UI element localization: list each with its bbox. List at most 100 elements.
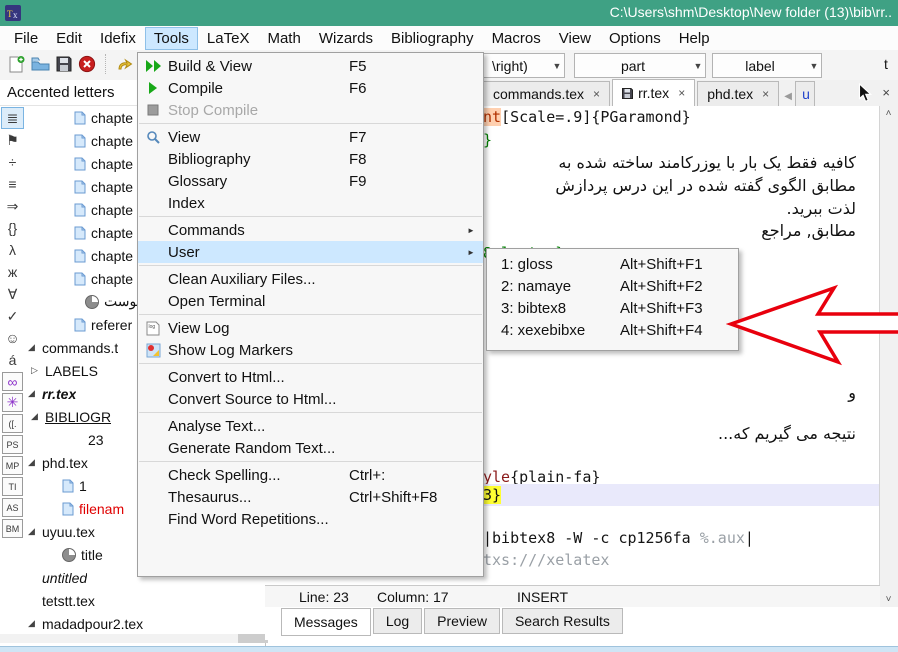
expanded-icon[interactable]: ◢ (28, 618, 42, 629)
menu-item-check-spelling[interactable]: Check Spelling...Ctrl+: (138, 464, 483, 486)
menu-item-analyse-text[interactable]: Analyse Text... (138, 415, 483, 437)
tree-item-label: chapte (91, 133, 133, 149)
menubar-item-options[interactable]: Options (601, 28, 669, 49)
greek-letters-icon[interactable]: λ (2, 240, 23, 260)
menubar-item-help[interactable]: Help (671, 28, 718, 49)
panel-tab-log[interactable]: Log (373, 608, 422, 634)
menu-item-open-terminal[interactable]: Open Terminal (138, 290, 483, 312)
math-combo[interactable]: \right) ▼ (483, 53, 565, 78)
brackets-icon[interactable]: ([. (2, 414, 23, 433)
menu-item-glossary[interactable]: GlossaryF9 (138, 170, 483, 192)
menu-item-index[interactable]: Index (138, 192, 483, 214)
menubar-item-latex[interactable]: LaTeX (199, 28, 258, 49)
menu-item-thesaurus[interactable]: Thesaurus...Ctrl+Shift+F8 (138, 486, 483, 508)
menu-item-clean-auxiliary-files[interactable]: Clean Auxiliary Files... (138, 268, 483, 290)
new-file-icon[interactable] (8, 55, 25, 73)
editor-tab-partial[interactable]: u (795, 81, 815, 106)
tab-scroll-left-icon[interactable]: ◀ (781, 86, 795, 106)
structure-icon[interactable]: ≣ (2, 108, 23, 128)
tab-close-icon[interactable]: × (593, 87, 600, 101)
menubar-item-wizards[interactable]: Wizards (311, 28, 381, 49)
metapost-icon[interactable]: MP (2, 456, 23, 475)
section-combo[interactable]: part ▼ (574, 53, 706, 78)
asymptote-icon[interactable]: AS (2, 498, 23, 517)
menubar-item-edit[interactable]: Edit (48, 28, 90, 49)
menu-item-show-log-markers[interactable]: Show Log Markers (138, 339, 483, 361)
expanded-icon[interactable]: ◢ (28, 457, 42, 468)
tab-close-icon[interactable]: × (762, 87, 769, 101)
scroll-up-icon[interactable]: ˄ (880, 106, 897, 122)
pstricks-icon[interactable]: PS (2, 435, 23, 454)
menu-item-find-word-repetitions[interactable]: Find Word Repetitions... (138, 508, 483, 530)
tree-item-tetstt-tex[interactable]: tetstt.tex (28, 589, 264, 612)
ref-combo[interactable]: label ▼ (712, 53, 822, 78)
close-panel-icon[interactable]: × (882, 85, 890, 100)
logic-symbols-icon[interactable]: ∀ (2, 284, 23, 304)
editor-tab-rr-tex[interactable]: rr.tex× (612, 79, 695, 106)
misc-text-symbols-icon[interactable]: ☺ (2, 328, 23, 348)
tab-close-icon[interactable]: × (678, 86, 685, 100)
menu-item-convert-source-to-html[interactable]: Convert Source to Html... (138, 388, 483, 410)
infinity-symbols-icon[interactable]: ∞ (2, 372, 23, 391)
menu-item-shortcut: Ctrl+Shift+F8 (349, 489, 467, 506)
expanded-icon[interactable]: ◢ (28, 388, 42, 399)
menu-item-label: Compile (168, 80, 349, 97)
tree-item-label: madadpour2.tex (42, 616, 143, 632)
menubar-item-idefix[interactable]: Idefix (92, 28, 144, 49)
tab-label: phd.tex (707, 86, 753, 102)
relations-icon[interactable]: ≡ (2, 174, 23, 194)
submenu-item-2-namaye[interactable]: 2: namayeAlt+Shift+F2 (487, 275, 738, 297)
arrows-icon[interactable]: ⇒ (2, 196, 23, 216)
save-file-icon[interactable] (56, 56, 72, 72)
menu-item-compile[interactable]: CompileF6 (138, 77, 483, 99)
menubar-item-bibliography[interactable]: Bibliography (383, 28, 482, 49)
submenu-item-4-xexebibxe[interactable]: 4: xexebibxeAlt+Shift+F4 (487, 319, 738, 341)
editor-tab-phd-tex[interactable]: phd.tex × (697, 81, 779, 106)
panel-tab-search-results[interactable]: Search Results (502, 608, 623, 634)
menu-item-commands[interactable]: Commands► (138, 219, 483, 241)
beamer-icon[interactable]: BM (2, 519, 23, 538)
menu-item-user[interactable]: User► (138, 241, 483, 263)
menu-item-convert-to-html[interactable]: Convert to Html... (138, 366, 483, 388)
menubar-item-view[interactable]: View (551, 28, 599, 49)
special-symbols-icon[interactable]: ✳ (2, 393, 23, 412)
bv-icon (138, 59, 168, 73)
expanded-icon[interactable]: ◢ (28, 526, 42, 537)
math-operators-icon[interactable]: ÷ (2, 152, 23, 172)
chevron-down-icon: ▼ (691, 61, 705, 71)
menubar-item-math[interactable]: Math (259, 28, 308, 49)
submenu-item-1-gloss[interactable]: 1: glossAlt+Shift+F1 (487, 253, 738, 275)
menu-item-generate-random-text[interactable]: Generate Random Text... (138, 437, 483, 459)
bookmarks-icon[interactable]: ⚑ (2, 130, 23, 150)
accented-letters-icon[interactable]: á (2, 350, 23, 370)
menubar-item-file[interactable]: File (6, 28, 46, 49)
log-icon: log (138, 321, 168, 336)
scrollbar-thumb[interactable] (238, 634, 268, 643)
expanded-icon[interactable]: ◢ (31, 411, 45, 422)
tree-item-madadpour2-tex[interactable]: ◢madadpour2.tex (28, 612, 264, 633)
editor-line: nt[Scale=.9]{PGaramond} (483, 108, 880, 130)
menubar-item-tools[interactable]: Tools (146, 28, 197, 49)
menu-item-build-view[interactable]: Build & ViewF5 (138, 55, 483, 77)
panel-tab-messages[interactable]: Messages (281, 608, 371, 636)
editor-line: } (483, 131, 880, 153)
menubar-item-macros[interactable]: Macros (484, 28, 549, 49)
panel-tab-preview[interactable]: Preview (424, 608, 500, 634)
close-file-icon[interactable] (78, 55, 96, 73)
editor-tab-commands-tex[interactable]: commands.tex× (483, 81, 610, 106)
open-file-icon[interactable] (31, 56, 50, 72)
menu-item-view-log[interactable]: logView Log (138, 317, 483, 339)
tikz-icon[interactable]: TI (2, 477, 23, 496)
scroll-down-icon[interactable]: ˅ (880, 592, 897, 608)
code-span: nt (483, 108, 501, 126)
submenu-item-3-bibtex8[interactable]: 3: bibtex8Alt+Shift+F3 (487, 297, 738, 319)
menu-item-view[interactable]: ViewF7 (138, 126, 483, 148)
cyrillic-letters-icon[interactable]: ж (2, 262, 23, 282)
expanded-icon[interactable]: ◢ (28, 342, 42, 353)
delimiters-icon[interactable]: {} (2, 218, 23, 238)
menu-item-bibliography[interactable]: BibliographyF8 (138, 148, 483, 170)
collapsed-icon[interactable]: ▷ (31, 365, 45, 376)
undo-icon[interactable] (116, 56, 133, 72)
misc-symbols-icon[interactable]: ✓ (2, 306, 23, 326)
sidebar-hscrollbar[interactable] (0, 634, 264, 643)
